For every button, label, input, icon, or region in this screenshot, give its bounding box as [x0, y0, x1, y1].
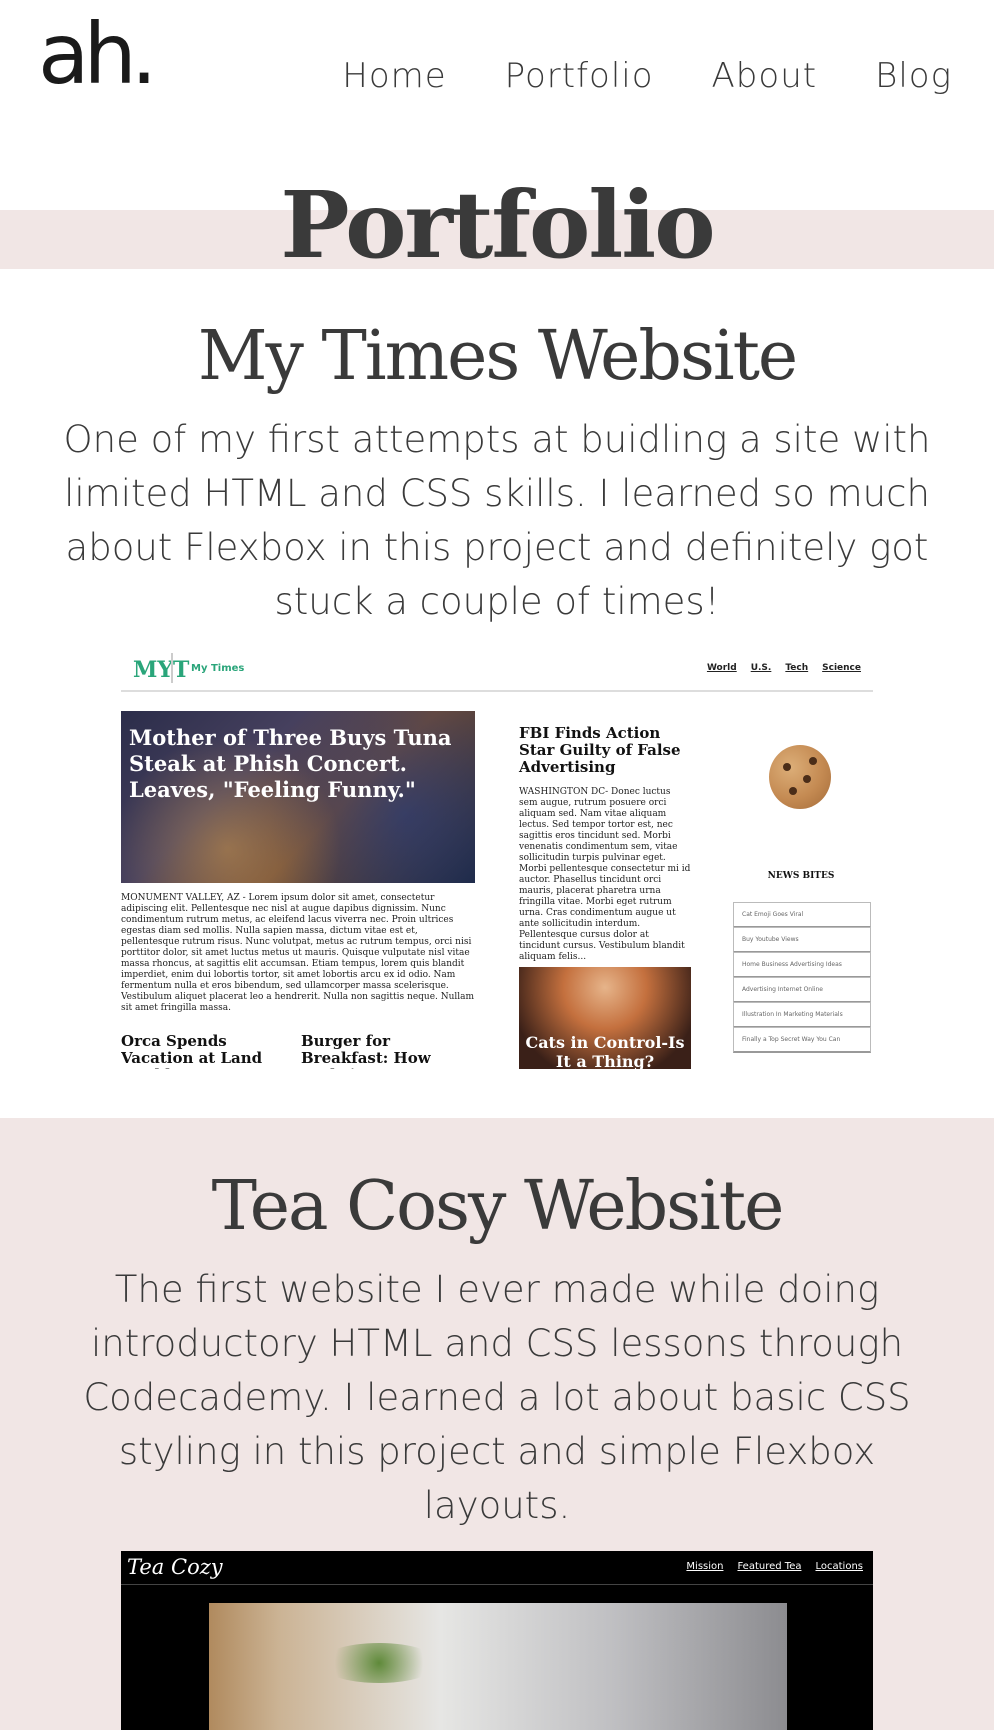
- cookie-chip: [789, 786, 797, 795]
- preview-article-body: MONUMENT VALLEY, AZ - Lorem ipsum dolor …: [121, 892, 475, 1013]
- leaf-shape: [319, 1642, 439, 1683]
- preview-header: MYT My Times World U.S. Tech Science: [121, 649, 873, 692]
- preview-nav-item: U.S.: [750, 662, 772, 673]
- news-bite-item: Buy Youtube Views: [733, 926, 871, 953]
- site-header: ah. Home Portfolio About Blog: [0, 0, 994, 160]
- cookie-icon: [769, 744, 831, 809]
- preview-headline: Mother of Three Buys Tuna Steak at Phish…: [129, 724, 452, 802]
- project-description: The first website I ever made while doin…: [83, 1267, 911, 1527]
- preview-logo: MYT: [133, 656, 190, 683]
- preview-nav: Mission Featured Tea Locations: [686, 1561, 863, 1572]
- project-my-times: My Times Website One of my first attempt…: [0, 318, 994, 1118]
- preview-nav-item: Mission: [686, 1560, 724, 1572]
- news-bite-item: Advertising Internet Online: [733, 976, 871, 1003]
- preview-col2-body: WASHINGTON DC- Donec luctus sem augue, r…: [519, 786, 691, 962]
- preview-divider: [171, 652, 173, 683]
- site-logo[interactable]: ah.: [38, 12, 157, 96]
- preview-nav-item: Locations: [815, 1560, 863, 1572]
- news-bite-item: Cat Emoji Goes Viral: [733, 901, 871, 928]
- preview-tea-photo: [209, 1602, 787, 1730]
- preview-header: Tea Cozy Mission Featured Tea Locations: [121, 1551, 873, 1585]
- preview-site-name: My Times: [191, 662, 245, 674]
- project-title: My Times Website: [197, 317, 798, 396]
- my-times-preview-image[interactable]: MYT My Times World U.S. Tech Science Mot…: [121, 648, 873, 1069]
- news-bite-item: Finally a Top Secret Way You Can: [733, 1026, 871, 1053]
- tea-cosy-preview-image[interactable]: Tea Cozy Mission Featured Tea Locations: [121, 1550, 873, 1730]
- page-title: Portfolio: [280, 171, 715, 279]
- nav-blog-link[interactable]: Blog: [875, 56, 952, 96]
- preview-hero-photo: Mother of Three Buys Tuna Steak at Phish…: [121, 710, 475, 883]
- preview-logo: Tea Cozy: [127, 1554, 223, 1579]
- main-nav: Home Portfolio About Blog: [342, 56, 952, 96]
- news-bites-list: Cat Emoji Goes Viral Buy Youtube Views H…: [733, 901, 871, 1053]
- cookie-chip: [783, 762, 791, 771]
- project-tea-cosy: Tea Cosy Website The first website I eve…: [0, 1118, 994, 1730]
- preview-nav-item: Featured Tea: [737, 1560, 802, 1572]
- preview-nav: World U.S. Tech Science: [707, 663, 861, 673]
- project-description: One of my first attempts at buidling a s…: [63, 417, 931, 623]
- cookie-chip: [803, 774, 811, 783]
- news-bites-title: NEWS BITES: [767, 870, 835, 881]
- nav-portfolio-link[interactable]: Portfolio: [505, 56, 654, 96]
- preview-nav-item: World: [706, 662, 737, 673]
- news-bite-item: Illustration In Marketing Materials: [733, 1001, 871, 1028]
- preview-subheadline-right: Burger for Breakfast: How Early is too: [301, 1031, 431, 1069]
- nav-about-link[interactable]: About: [712, 56, 818, 96]
- preview-nav-item: Tech: [785, 662, 809, 673]
- nav-home-link[interactable]: Home: [342, 56, 446, 96]
- project-title: Tea Cosy Website: [211, 1167, 785, 1246]
- preview-subheadline-left: Orca Spends Vacation at Land World Puget: [121, 1031, 263, 1069]
- preview-nav-item: Science: [822, 662, 861, 673]
- news-bite-item: Home Business Advertising Ideas: [733, 951, 871, 978]
- preview-cat-headline: Cats in Control-Is It a Thing?: [525, 1032, 685, 1069]
- cookie-chip: [809, 756, 817, 765]
- preview-col2-headline: FBI Finds Action Star Guilty of False Ad…: [519, 723, 681, 776]
